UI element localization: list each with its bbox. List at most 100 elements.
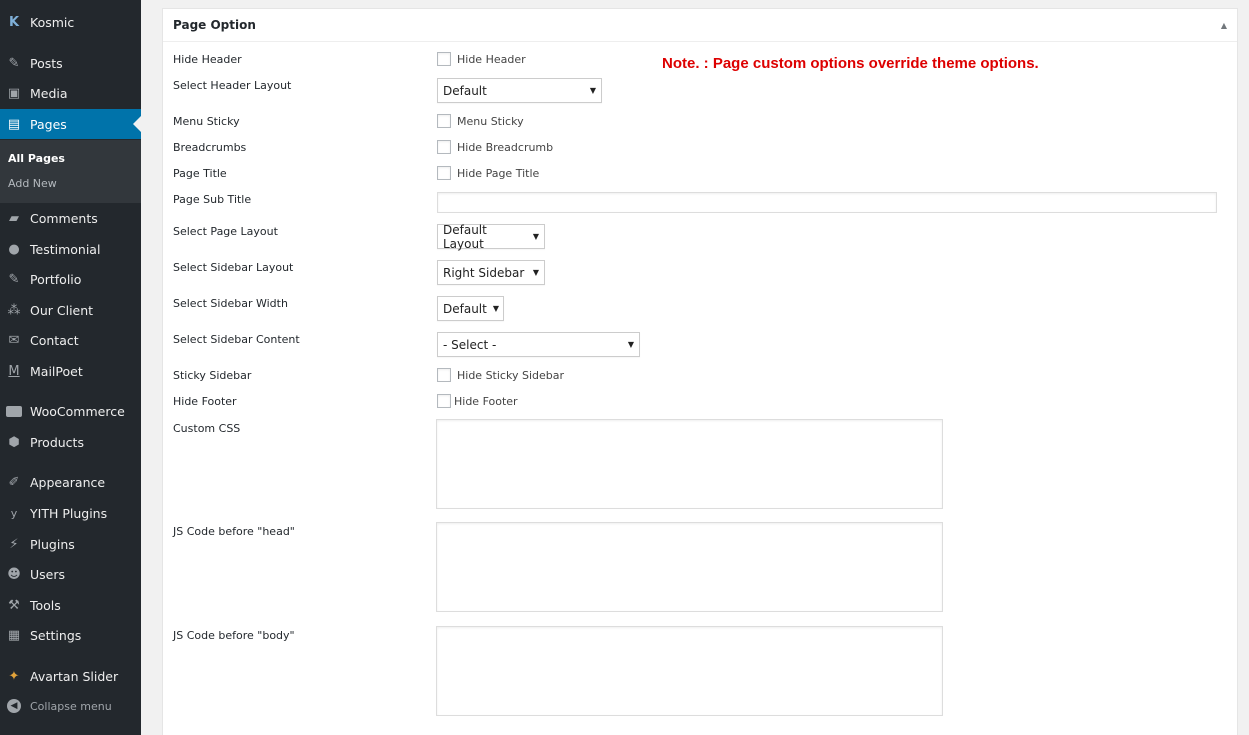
sidebar-item-plugins[interactable]: ⚡ Plugins (0, 529, 141, 559)
sidebar-item-mailpoet[interactable]: M MailPoet (0, 356, 141, 386)
settings-icon: ▦ (7, 627, 21, 643)
menu-sticky-option-label: Menu Sticky (457, 114, 524, 128)
sidebar-item-label: Avartan Slider (30, 668, 119, 684)
collapse-label: Collapse menu (30, 699, 112, 713)
sidebar-item-label: Posts (30, 55, 63, 71)
sidebar-item-label: Media (30, 85, 68, 101)
hide-page-title-option-label: Hide Page Title (457, 166, 540, 180)
media-icon: ▣ (7, 85, 21, 101)
comment-icon: ▰ (9, 210, 19, 226)
sidebar-item-label: Testimonial (30, 241, 101, 257)
custom-css-textarea[interactable] (436, 419, 943, 509)
hide-page-title-option[interactable]: Hide Page Title (437, 166, 539, 180)
hide-breadcrumb-option[interactable]: Hide Breadcrumb (437, 140, 553, 154)
sidebar-item-appearance[interactable]: ✐ Appearance (0, 467, 141, 497)
sidebar-width-select[interactable]: Default ▼ (437, 296, 504, 321)
page-title-label: Page Title (173, 167, 227, 180)
sidebar-item-brand[interactable]: K Kosmic (0, 7, 141, 37)
sidebar-item-woocommerce[interactable]: WooCommerce (0, 396, 141, 426)
sidebar-item-media[interactable]: ▣ Media (0, 78, 141, 108)
pages-submenu: All Pages Add New (0, 140, 141, 203)
sidebar-item-label: Appearance (30, 474, 106, 490)
hide-sticky-sidebar-option[interactable]: Hide Sticky Sidebar (437, 368, 564, 382)
collapse-icon: ◀ (7, 699, 21, 713)
hide-header-label: Hide Header (173, 53, 242, 66)
page-layout-select[interactable]: Default Layout ▼ (437, 222, 545, 251)
sidebar-item-label: Pages (30, 116, 67, 132)
menu-sticky-option[interactable]: Menu Sticky (437, 114, 524, 128)
admin-sidebar: K Kosmic ✎ Posts ▣ Media ▤ Pages All Pag… (0, 0, 141, 735)
js-head-label: JS Code before "head" (173, 525, 295, 538)
sidebar-item-posts[interactable]: ✎ Posts (0, 48, 141, 78)
page-sub-title-input[interactable] (437, 192, 1217, 213)
sidebar-content-select[interactable]: - Select - ▼ (437, 332, 640, 357)
submenu-add-new[interactable]: Add New (8, 177, 57, 190)
sidebar-item-yith-plugins[interactable]: y YITH Plugins (0, 498, 141, 528)
collapse-menu-button[interactable]: ◀ Collapse menu (0, 691, 141, 721)
dropdown-arrow-icon: ▼ (627, 340, 634, 349)
sidebar-item-label: Tools (30, 597, 61, 613)
sidebar-content-value: - Select - (443, 337, 497, 352)
header-layout-value: Default (443, 83, 487, 98)
sidebar-item-comments[interactable]: ▰ Comments (0, 203, 141, 233)
sidebar-item-label: Kosmic (30, 14, 75, 30)
sidebar-item-label: Contact (30, 332, 79, 348)
pages-icon: ▤ (7, 116, 21, 132)
sidebar-item-label: Plugins (30, 536, 75, 552)
sidebar-item-tools[interactable]: ⚒ Tools (0, 590, 141, 620)
js-body-textarea[interactable] (436, 626, 943, 716)
group-icon: ⁂ (7, 302, 21, 318)
sidebar-item-products[interactable]: ⬢ Products (0, 427, 141, 457)
sidebar-item-settings[interactable]: ▦ Settings (0, 620, 141, 650)
hide-page-title-checkbox[interactable] (437, 166, 451, 180)
sidebar-item-label: WooCommerce (30, 403, 125, 419)
sidebar-item-label: Settings (30, 627, 82, 643)
hide-header-checkbox[interactable] (437, 52, 451, 66)
speech-icon: ● (8, 241, 20, 257)
submenu-all-pages[interactable]: All Pages (8, 152, 65, 165)
header-layout-select[interactable]: Default ▼ (437, 78, 602, 103)
hide-breadcrumb-checkbox[interactable] (437, 140, 451, 154)
js-head-textarea[interactable] (436, 522, 943, 612)
hide-footer-checkbox[interactable] (437, 394, 451, 408)
slider-icon: ✦ (8, 668, 20, 684)
custom-css-label: Custom CSS (173, 422, 241, 435)
sidebar-item-label: Comments (30, 210, 98, 226)
sidebar-layout-label: Select Sidebar Layout (173, 261, 294, 274)
pin-icon: ✎ (8, 271, 20, 287)
sidebar-item-label: Products (30, 434, 84, 450)
collapse-panel-icon[interactable]: ▲ (1221, 21, 1227, 30)
panel-title: Page Option (173, 18, 256, 32)
override-note: Note. : Page custom options override the… (662, 55, 1039, 72)
yith-icon: y (10, 506, 18, 520)
sidebar-item-users[interactable]: ☻ Users (0, 559, 141, 589)
sidebar-item-contact[interactable]: ✉ Contact (0, 325, 141, 355)
js-body-label: JS Code before "body" (173, 629, 295, 642)
mail-icon: ✉ (8, 332, 20, 348)
sidebar-width-label: Select Sidebar Width (173, 297, 288, 310)
sticky-sidebar-label: Sticky Sidebar (173, 369, 252, 382)
sidebar-item-label: Users (30, 566, 66, 582)
sidebar-layout-value: Right Sidebar (443, 265, 525, 280)
menu-sticky-label: Menu Sticky (173, 115, 240, 128)
dropdown-arrow-icon: ▼ (532, 232, 539, 241)
sidebar-content-label: Select Sidebar Content (173, 333, 300, 346)
sidebar-layout-select[interactable]: Right Sidebar ▼ (437, 260, 545, 285)
dropdown-arrow-icon: ▼ (589, 86, 596, 95)
hide-header-option[interactable]: Hide Header (437, 52, 526, 66)
sidebar-item-testimonial[interactable]: ● Testimonial (0, 234, 141, 264)
hide-footer-option[interactable]: Hide Footer (437, 394, 518, 408)
woo-icon (5, 402, 23, 420)
menu-sticky-checkbox[interactable] (437, 114, 451, 128)
sidebar-item-label: YITH Plugins (30, 505, 108, 521)
hide-sticky-sidebar-checkbox[interactable] (437, 368, 451, 382)
sidebar-item-pages[interactable]: ▤ Pages (0, 109, 141, 139)
hide-header-option-label: Hide Header (457, 52, 526, 66)
sidebar-item-portfolio[interactable]: ✎ Portfolio (0, 264, 141, 294)
page-layout-value: Default Layout (443, 222, 487, 251)
sidebar-item-our-client[interactable]: ⁂ Our Client (0, 295, 141, 325)
sidebar-width-value: Default (443, 301, 487, 316)
pin-icon: ✎ (8, 55, 20, 71)
hide-sticky-sidebar-option-label: Hide Sticky Sidebar (457, 368, 564, 382)
sidebar-item-avartan-slider[interactable]: ✦ Avartan Slider (0, 661, 141, 691)
